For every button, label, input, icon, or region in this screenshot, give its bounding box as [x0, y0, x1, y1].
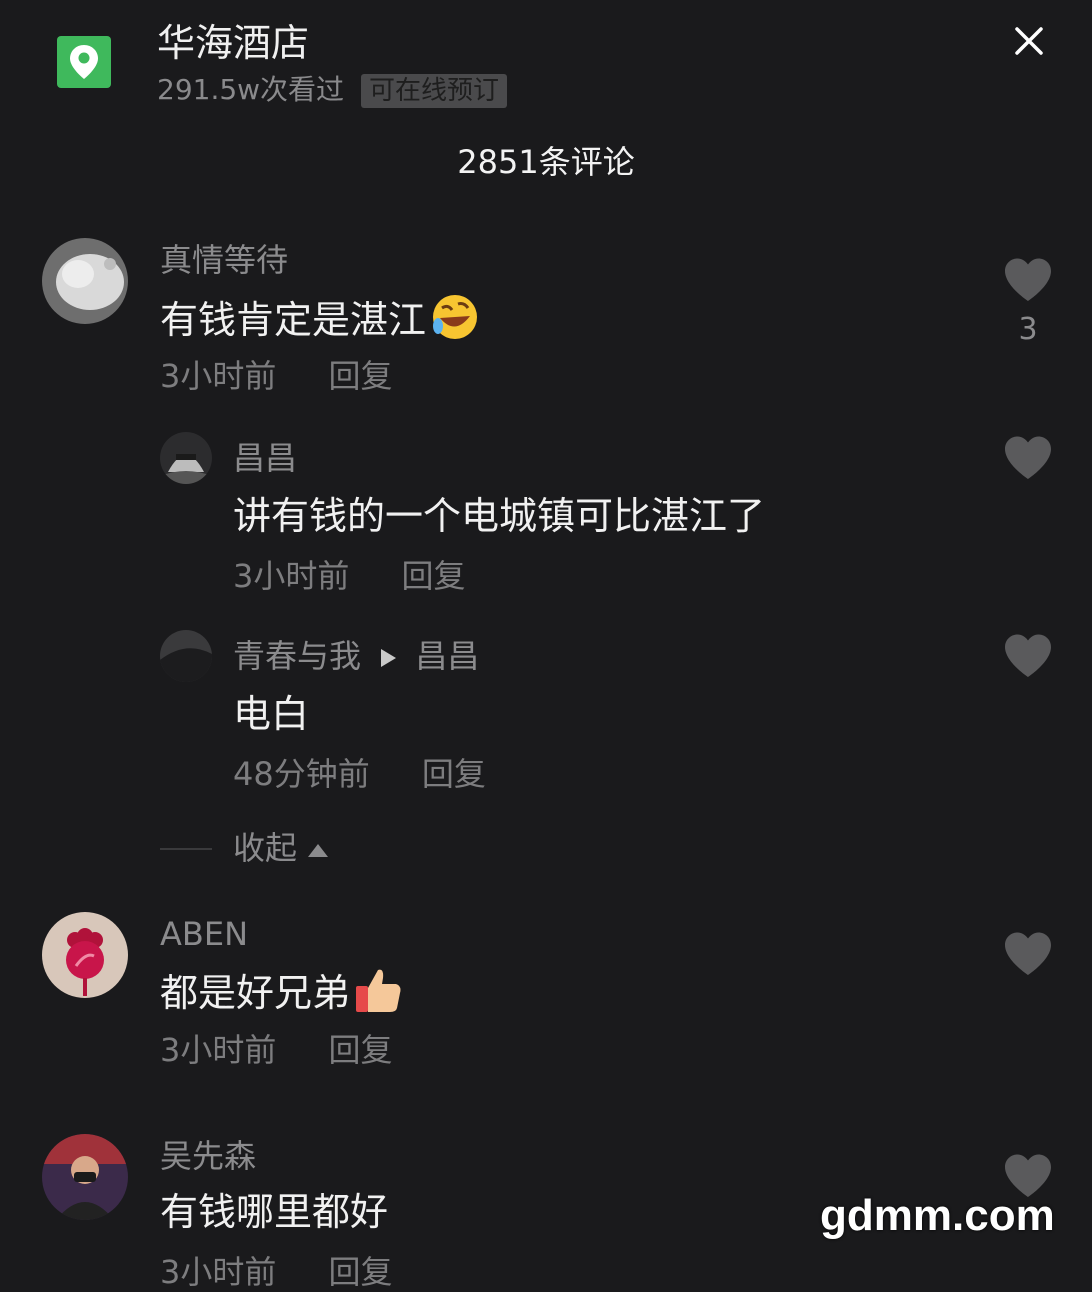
reply-button[interactable]: 回复 — [422, 755, 486, 793]
comment-meta: 3小时前 回复 — [160, 1030, 393, 1070]
comment-text: 有钱哪里都好 — [160, 1190, 389, 1234]
comment-username[interactable]: 昌昌 — [233, 438, 297, 478]
avatar[interactable] — [42, 1134, 128, 1220]
like-heart-icon[interactable] — [1004, 634, 1052, 678]
reply-target-username[interactable]: 昌昌 — [415, 637, 479, 675]
thumbs-up-emoji-icon — [352, 966, 404, 1025]
online-booking-badge[interactable]: 可在线预订 — [361, 74, 508, 108]
rolling-laughing-emoji-icon — [428, 292, 482, 353]
comment-meta: 3小时前 回复 — [233, 556, 466, 596]
collapse-label: 收起 — [233, 829, 298, 867]
comment-text-content: 有钱肯定是湛江 — [160, 298, 427, 342]
comment-meta: 3小时前 回复 — [160, 1252, 393, 1292]
comment-text: 有钱肯定是湛江 — [160, 292, 482, 353]
avatar[interactable] — [42, 912, 128, 998]
comment-username[interactable]: 真情等待 — [160, 240, 288, 280]
comment-username[interactable]: ABEN — [160, 914, 248, 954]
comment-text: 讲有钱的一个电城镇可比湛江了 — [233, 494, 766, 538]
comment-meta: 48分钟前 回复 — [233, 754, 486, 794]
place-name[interactable]: 华海酒店 — [157, 20, 309, 66]
comment-text-content: 都是好兄弟 — [160, 971, 351, 1015]
like-heart-icon[interactable] — [1004, 258, 1052, 302]
reply-button[interactable]: 回复 — [329, 357, 393, 395]
comment-username: 青春与我 昌昌 — [233, 636, 479, 676]
like-count: 3 — [1018, 312, 1038, 347]
comment-time: 3小时前 — [160, 357, 277, 395]
comment-text: 电白 — [233, 692, 310, 736]
chevron-up-icon — [307, 829, 329, 867]
location-pin-icon[interactable] — [57, 36, 111, 88]
comment-time: 3小时前 — [233, 557, 350, 595]
comment-time: 3小时前 — [160, 1031, 277, 1069]
watermark: gdmm.com — [820, 1191, 1055, 1240]
comment-time: 3小时前 — [160, 1253, 277, 1291]
avatar[interactable] — [160, 630, 212, 682]
reply-button[interactable]: 回复 — [402, 557, 466, 595]
like-heart-icon[interactable] — [1004, 436, 1052, 480]
collapse-divider — [160, 848, 212, 850]
reply-arrow-icon — [379, 636, 397, 676]
comment-count-title: 2851条评论 — [457, 143, 635, 181]
comment-meta: 3小时前 回复 — [160, 356, 393, 396]
comment-username[interactable]: 吴先森 — [160, 1136, 256, 1176]
reply-button[interactable]: 回复 — [329, 1253, 393, 1291]
reply-username[interactable]: 青春与我 — [233, 637, 361, 675]
view-count: 291.5w次看过 — [157, 73, 345, 106]
comment-time: 48分钟前 — [233, 755, 370, 793]
reply-button[interactable]: 回复 — [329, 1031, 393, 1069]
like-heart-icon[interactable] — [1004, 932, 1052, 976]
avatar[interactable] — [42, 238, 128, 324]
close-icon[interactable] — [1010, 22, 1048, 60]
collapse-replies-button[interactable]: 收起 — [233, 828, 329, 868]
comment-text: 都是好兄弟 — [160, 966, 404, 1025]
avatar[interactable] — [160, 432, 212, 484]
